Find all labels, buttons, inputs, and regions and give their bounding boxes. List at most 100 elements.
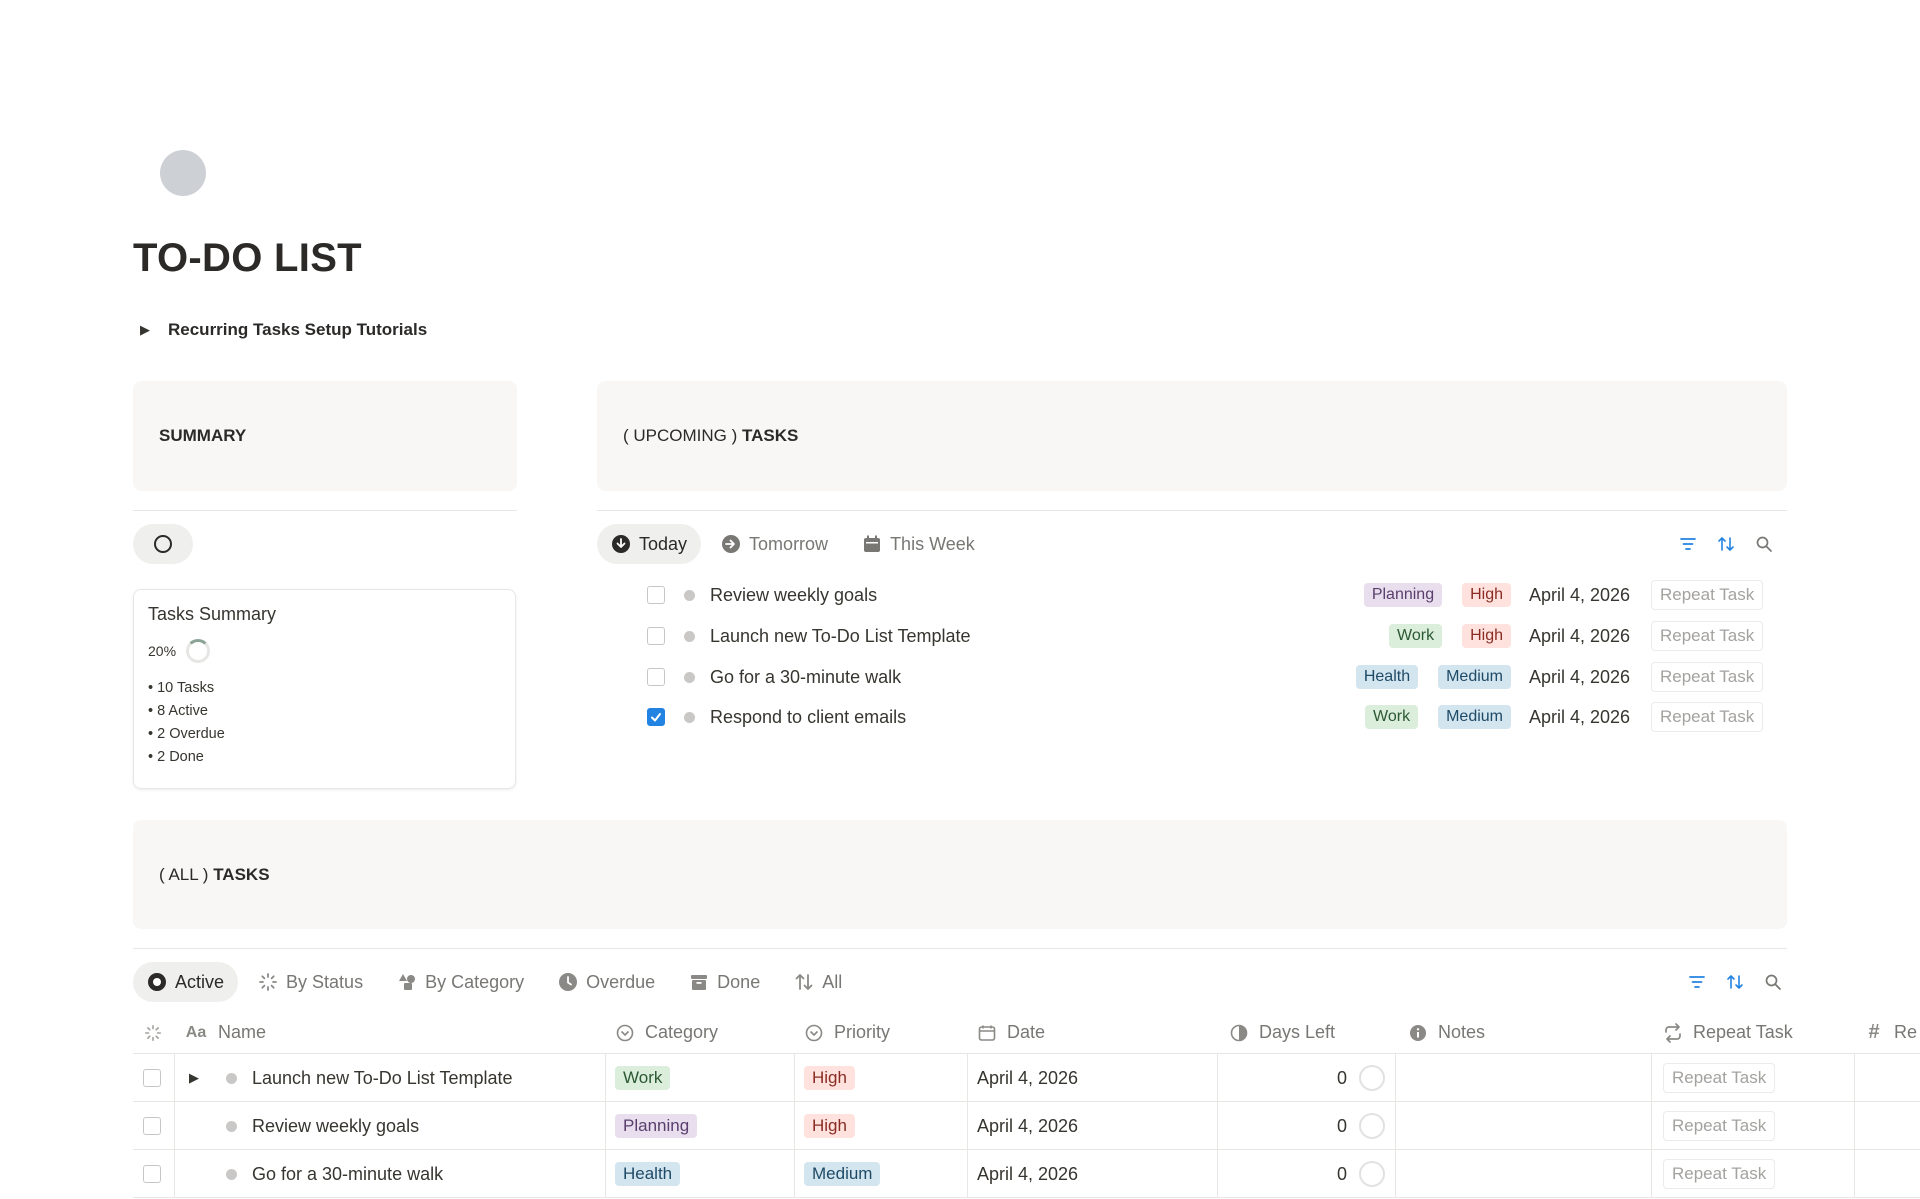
tab-all[interactable]: All xyxy=(780,962,856,1002)
tab-by-status[interactable]: By Status xyxy=(244,962,377,1002)
select-type-icon xyxy=(615,1023,635,1043)
task-name[interactable]: Review weekly goals xyxy=(710,585,877,606)
upcoming-row[interactable]: Review weekly goals Planning High April … xyxy=(597,575,1787,615)
archive-icon xyxy=(689,972,709,992)
priority-tag: Medium xyxy=(1438,665,1511,689)
table-row[interactable]: Review weekly goals Planning High April … xyxy=(133,1102,1920,1150)
number-column-header[interactable]: # Re xyxy=(1854,1011,1917,1054)
search-icon[interactable] xyxy=(1764,973,1782,991)
table-row[interactable]: Go for a 30-minute walk Health Medium Ap… xyxy=(133,1150,1920,1198)
task-date: April 4, 2026 xyxy=(1529,666,1631,687)
toggle-triangle-icon[interactable]: ▶ xyxy=(140,322,150,338)
summary-divider xyxy=(133,510,517,511)
upcoming-heading: ( UPCOMING ) TASKS xyxy=(623,426,799,445)
task-name[interactable]: Respond to client emails xyxy=(710,707,906,728)
task-name[interactable]: Go for a 30-minute walk xyxy=(252,1150,443,1198)
status-dot-icon xyxy=(226,1072,237,1084)
page-icon[interactable] xyxy=(160,150,206,196)
status-dot-icon xyxy=(684,711,695,723)
summary-callout: SUMMARY xyxy=(133,381,517,491)
repeat-task-button[interactable]: Repeat Task xyxy=(1663,1111,1776,1141)
tab-this-week[interactable]: This Week xyxy=(848,524,989,564)
upcoming-callout: ( UPCOMING ) TASKS xyxy=(597,381,1787,491)
tab-tomorrow[interactable]: Tomorrow xyxy=(707,524,842,564)
task-date: April 4, 2026 xyxy=(977,1163,1079,1184)
date-column-label: Date xyxy=(1007,1022,1046,1042)
status-dot-icon xyxy=(226,1168,237,1180)
priority-column-header[interactable]: Priority xyxy=(794,1011,890,1054)
task-name[interactable]: Launch new To-Do List Template xyxy=(252,1054,513,1102)
tab-done[interactable]: Done xyxy=(675,962,774,1002)
sort-icon[interactable] xyxy=(1717,535,1735,553)
repeat-task-button[interactable]: Repeat Task xyxy=(1651,702,1764,732)
arrow-right-circle-icon xyxy=(721,534,741,554)
summary-line-active: • 8 Active xyxy=(148,703,208,719)
row-checkbox[interactable] xyxy=(143,1069,161,1087)
table-header: Aa Name Category Priority Date Days Left… xyxy=(133,1011,1920,1054)
upcoming-view-tabs: Today Tomorrow This Week xyxy=(597,524,989,564)
arrow-down-circle-icon xyxy=(611,534,631,554)
calendar-icon xyxy=(862,534,882,554)
date-column-header[interactable]: Date xyxy=(967,1011,1045,1054)
task-date: April 4, 2026 xyxy=(977,1067,1079,1088)
tab-by-category-label: By Category xyxy=(425,971,525,992)
tutorial-toggle[interactable]: ▶ Recurring Tasks Setup Tutorials xyxy=(140,320,427,340)
repeat-task-button[interactable]: Repeat Task xyxy=(1651,621,1764,651)
page-title: TO-DO LIST xyxy=(133,236,362,280)
tab-by-category[interactable]: By Category xyxy=(383,962,538,1002)
upcoming-row[interactable]: Respond to client emails Work Medium Apr… xyxy=(597,697,1787,737)
all-tasks-callout: ( ALL ) TASKS xyxy=(133,820,1787,929)
formula-pie-icon xyxy=(1229,1023,1249,1043)
repeat-task-button[interactable]: Repeat Task xyxy=(1663,1063,1776,1093)
summary-view-tab[interactable] xyxy=(133,524,193,564)
task-date: April 4, 2026 xyxy=(1529,584,1631,605)
status-column-header[interactable] xyxy=(133,1011,163,1054)
summary-line-overdue: • 2 Overdue xyxy=(148,726,225,742)
select-type-icon xyxy=(804,1023,824,1043)
category-tag: Planning xyxy=(615,1114,698,1138)
days-left-value: 0 xyxy=(1336,1115,1347,1136)
tab-today[interactable]: Today xyxy=(597,524,702,564)
days-left-column-header[interactable]: Days Left xyxy=(1219,1011,1335,1054)
progress-ring-icon xyxy=(1359,1113,1385,1139)
row-checkbox[interactable] xyxy=(143,1117,161,1135)
status-dot-icon xyxy=(684,630,695,642)
category-tag: Work xyxy=(1365,705,1419,729)
task-checkbox[interactable] xyxy=(647,668,665,686)
repeat-task-button[interactable]: Repeat Task xyxy=(1663,1159,1776,1189)
row-checkbox[interactable] xyxy=(143,1165,161,1183)
task-checkbox[interactable] xyxy=(647,586,665,604)
tasks-summary-card[interactable]: Tasks Summary 20% • 10 Tasks • 8 Active … xyxy=(133,589,516,789)
task-date: April 4, 2026 xyxy=(1529,625,1631,646)
filter-icon[interactable] xyxy=(1679,535,1697,553)
table-row[interactable]: ▶ Launch new To-Do List Template Work Hi… xyxy=(133,1054,1920,1102)
category-column-header[interactable]: Category xyxy=(605,1011,718,1054)
notes-column-header[interactable]: Notes xyxy=(1398,1011,1485,1054)
sort-icon[interactable] xyxy=(1726,973,1744,991)
tab-overdue[interactable]: Overdue xyxy=(544,962,669,1002)
expand-triangle-icon[interactable]: ▶ xyxy=(189,1070,199,1086)
filter-icon[interactable] xyxy=(1688,973,1706,991)
category-column-label: Category xyxy=(645,1022,719,1042)
filled-circle-icon xyxy=(147,972,167,992)
repeat-task-button[interactable]: Repeat Task xyxy=(1651,580,1764,610)
upcoming-toolbar xyxy=(1679,535,1773,553)
tab-active[interactable]: Active xyxy=(133,962,239,1002)
task-name[interactable]: Launch new To-Do List Template xyxy=(710,626,971,647)
status-dot-icon xyxy=(684,589,695,601)
task-checkbox-checked[interactable] xyxy=(647,708,665,726)
task-name[interactable]: Review weekly goals xyxy=(252,1102,419,1150)
task-checkbox[interactable] xyxy=(647,627,665,645)
repeat-task-button[interactable]: Repeat Task xyxy=(1651,662,1764,692)
task-name[interactable]: Go for a 30-minute walk xyxy=(710,667,901,688)
category-tag: Health xyxy=(1355,665,1419,689)
name-column-header[interactable]: Aa Name xyxy=(174,1011,266,1054)
upcoming-row[interactable]: Launch new To-Do List Template Work High… xyxy=(597,616,1787,656)
search-icon[interactable] xyxy=(1755,535,1773,553)
upcoming-row[interactable]: Go for a 30-minute walk Health Medium Ap… xyxy=(597,657,1787,697)
status-dot-icon xyxy=(226,1120,237,1132)
repeat-column-header[interactable]: Repeat Task xyxy=(1653,1011,1793,1054)
priority-tag: High xyxy=(804,1066,855,1090)
priority-tag: High xyxy=(804,1114,855,1138)
all-tasks-view-tabs: Active By Status By Category Overdue Don… xyxy=(133,962,856,1002)
